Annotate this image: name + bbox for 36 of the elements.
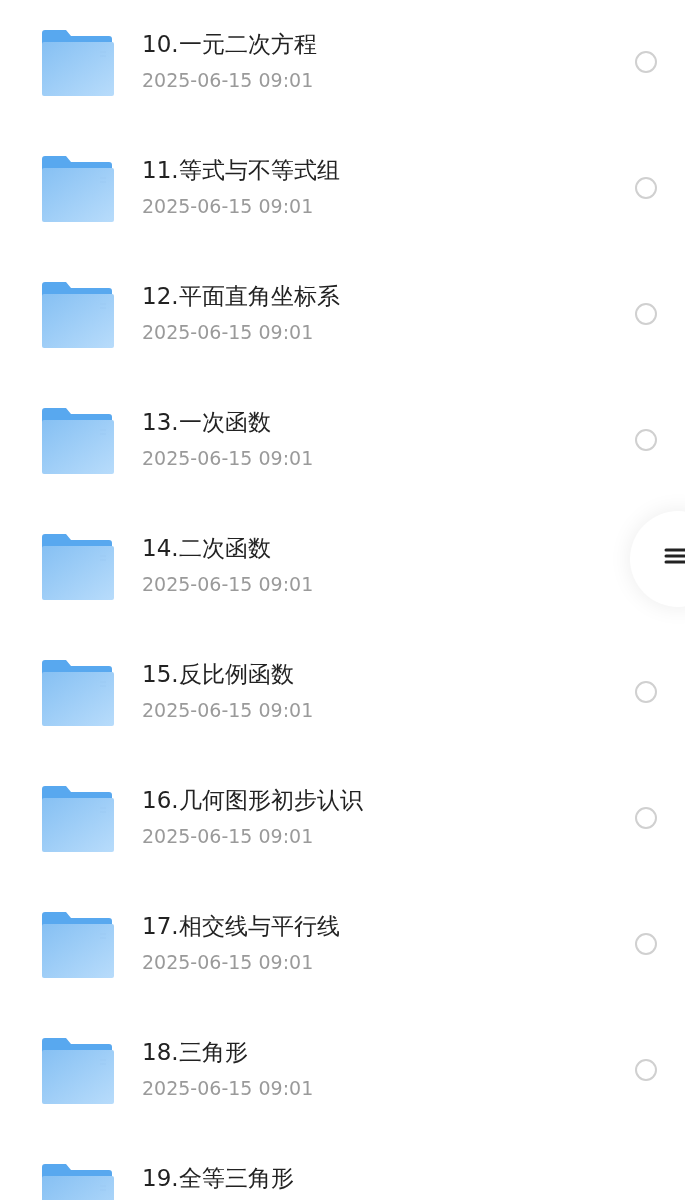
folder-icon — [42, 912, 114, 978]
select-radio[interactable] — [635, 51, 657, 73]
modified-date: 2025-06-15 09:01 — [142, 194, 315, 219]
select-radio[interactable] — [635, 303, 657, 325]
folder-name: 17.相交线与平行线 — [142, 912, 340, 941]
folder-name: 16.几何图形初步认识 — [142, 786, 363, 815]
folder-icon — [42, 786, 114, 852]
modified-date: 2025-06-15 09:01 — [142, 698, 314, 723]
modified-date: 2025-06-15 09:01 — [142, 572, 314, 597]
folder-icon — [42, 282, 114, 348]
modified-date: 2025-06-15 09:01 — [142, 446, 314, 471]
folder-icon — [42, 408, 114, 474]
folder-icon — [42, 1038, 114, 1104]
folder-icon — [42, 660, 114, 726]
folder-name: 14.二次函数 — [142, 534, 272, 563]
modified-date: 2025-06-15 09:01 — [142, 68, 315, 93]
select-radio[interactable] — [635, 177, 657, 199]
folder-name: 15.反比例函数 — [142, 660, 295, 689]
folder-icon — [42, 534, 114, 600]
folder-name: 19.全等三角形 — [142, 1164, 294, 1193]
folder-icon — [42, 156, 114, 222]
folder-name: 13.一次函数 — [142, 408, 272, 437]
folder-name: 12.平面直角坐标系 — [142, 282, 340, 311]
folder-name: 11.等式与不等式组 — [142, 156, 340, 185]
select-radio[interactable] — [635, 933, 657, 955]
select-radio[interactable] — [635, 429, 657, 451]
folder-icon — [42, 30, 114, 96]
folder-name: 18.三角形 — [142, 1038, 249, 1067]
select-radio[interactable] — [635, 681, 657, 703]
select-radio[interactable] — [635, 1059, 657, 1081]
select-radio[interactable] — [635, 807, 657, 829]
modified-date: 2025-06-15 09:01 — [142, 824, 315, 849]
folder-name: 10.一元二次方程 — [142, 30, 317, 59]
modified-date: 2025-06-15 09:01 — [142, 1076, 314, 1101]
modified-date: 2025-06-15 09:01 — [142, 320, 315, 345]
modified-date: 2025-06-15 09:01 — [142, 950, 315, 975]
